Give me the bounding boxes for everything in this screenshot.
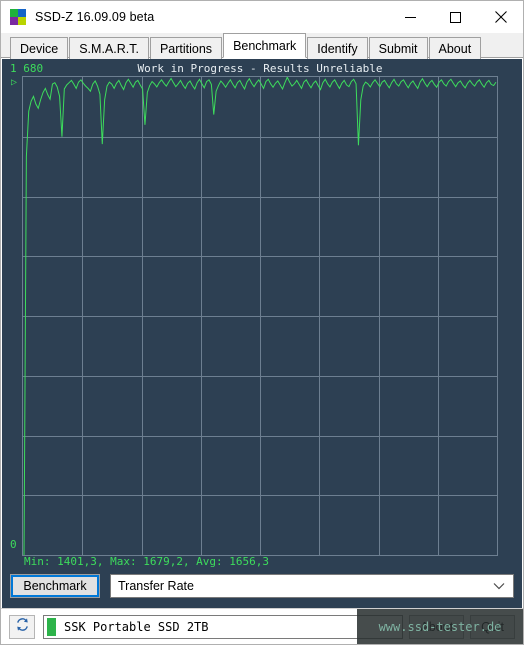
tab-about[interactable]: About	[428, 37, 482, 59]
minimize-button[interactable]	[388, 1, 433, 33]
window-controls	[388, 1, 523, 33]
tab-smart[interactable]: S.M.A.R.T.	[69, 37, 149, 59]
tab-benchmark[interactable]: Benchmark	[223, 33, 307, 58]
run-benchmark-button[interactable]: Benchmark	[10, 574, 100, 598]
benchmark-chart: Work in Progress - Results Unreliable 1 …	[10, 62, 510, 568]
drive-health-indicator	[47, 617, 56, 636]
scale-marker-icon: ▷	[11, 77, 18, 88]
benchmark-mode-value: Transfer Rate	[118, 579, 194, 593]
chevron-down-icon	[493, 577, 505, 595]
benchmark-controls: Benchmark Transfer Rate	[10, 573, 514, 599]
maximize-button[interactable]	[433, 1, 478, 33]
y-axis-min-value: 0	[10, 538, 17, 551]
ssd-z-window: SSD-Z 16.09.09 beta Device S.M.A.R.T. Pa…	[0, 0, 524, 645]
y-axis-index: 1	[10, 62, 17, 75]
benchmark-stats: Min: 1401,3, Max: 1679,2, Avg: 1656,3	[24, 555, 270, 568]
drive-name-label: SSK Portable SSD 2TB	[64, 619, 209, 634]
app-logo-icon	[10, 9, 26, 25]
chart-warning-title: Work in Progress - Results Unreliable	[137, 62, 383, 75]
benchmark-mode-select[interactable]: Transfer Rate	[110, 574, 514, 598]
y-axis-top-label: 1 680	[10, 62, 43, 75]
tab-device[interactable]: Device	[10, 37, 69, 59]
chart-gridlines	[23, 77, 497, 555]
benchmark-panel: Work in Progress - Results Unreliable 1 …	[2, 59, 522, 643]
refresh-icon	[15, 617, 30, 637]
tab-partitions[interactable]: Partitions	[149, 37, 223, 59]
transfer-rate-trace	[23, 77, 497, 555]
selected-drive-field[interactable]: SSK Portable SSD 2TB	[43, 614, 404, 639]
title-bar: SSD-Z 16.09.09 beta	[1, 1, 523, 33]
status-bar: SSK Portable SSD 2TB About Quit	[1, 608, 523, 644]
y-axis-max-value: 680	[23, 62, 44, 75]
window-title: SSD-Z 16.09.09 beta	[35, 10, 155, 24]
about-button[interactable]: About	[409, 614, 465, 639]
refresh-button[interactable]	[9, 614, 35, 639]
tab-submit[interactable]: Submit	[368, 37, 428, 59]
tab-bar: Device S.M.A.R.T. Partitions Benchmark I…	[1, 33, 523, 59]
close-button[interactable]	[478, 1, 523, 33]
quit-button[interactable]: Quit	[470, 614, 515, 639]
chart-plot-area	[22, 76, 498, 556]
tab-identify[interactable]: Identify	[307, 37, 368, 59]
